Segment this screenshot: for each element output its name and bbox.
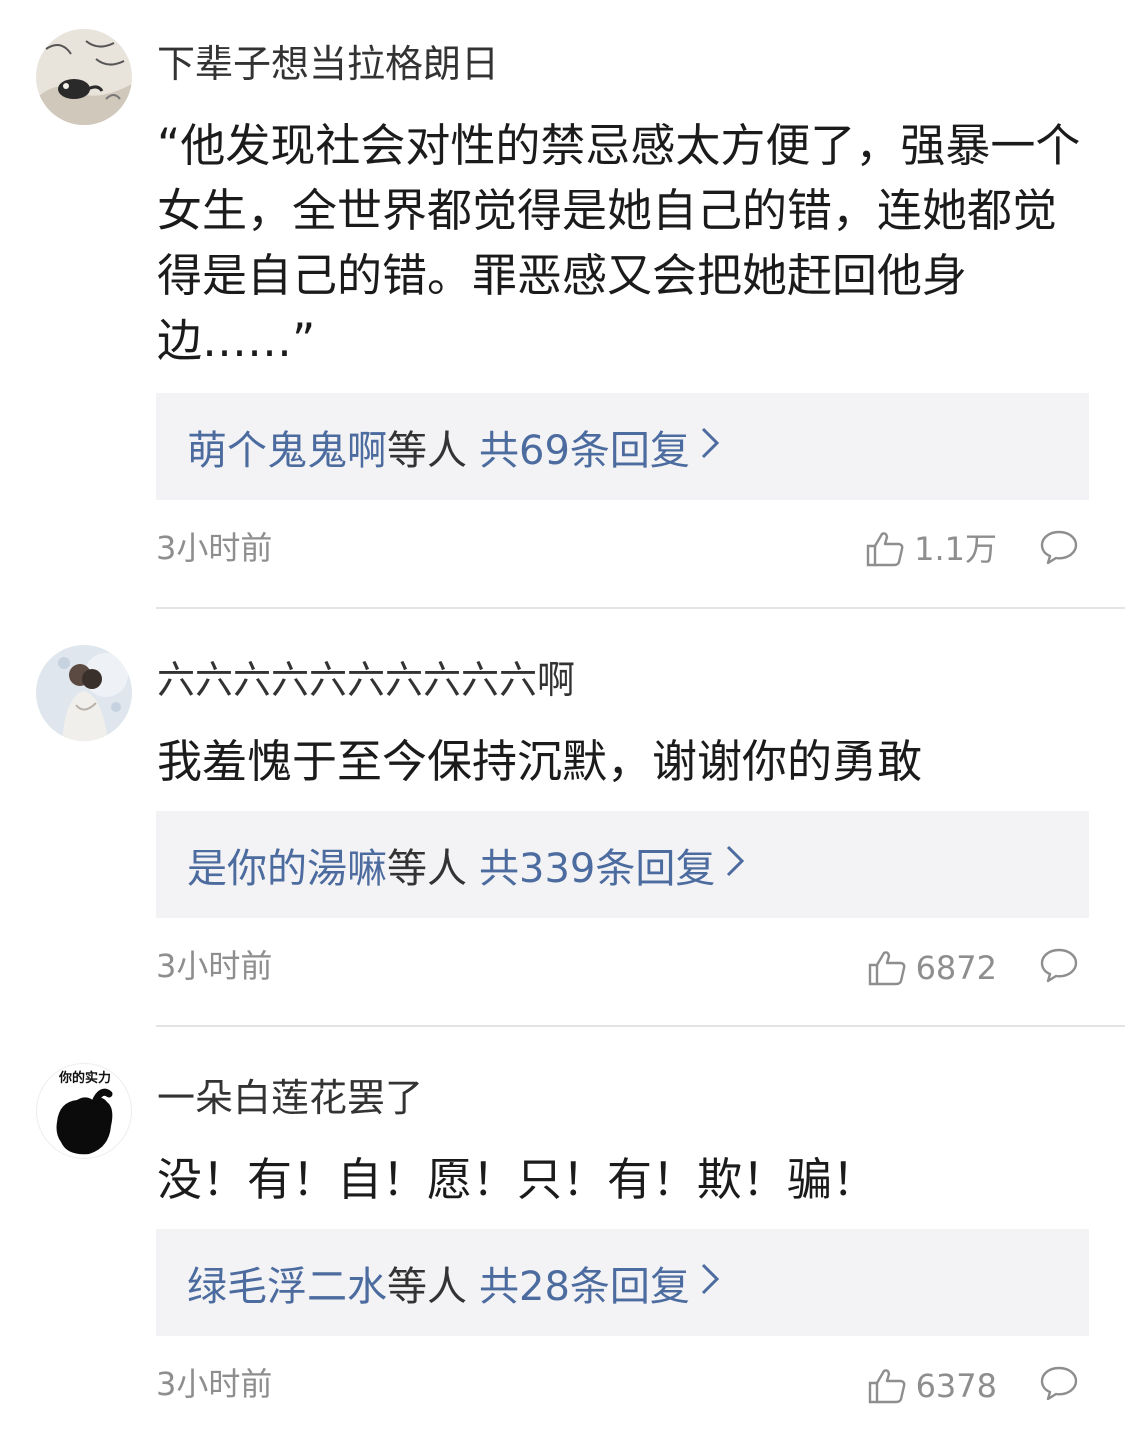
reply-count[interactable]: 共69条回复 [479, 418, 690, 476]
thumbs-up-icon [866, 532, 904, 567]
comment-time: 3小时前 [156, 947, 273, 985]
avatar[interactable] [36, 29, 132, 125]
ink-painting-avatar-icon [36, 29, 132, 125]
thumbs-up-icon [868, 951, 905, 986]
comment-time: 3小时前 [156, 529, 273, 567]
speech-bubble-icon[interactable] [1040, 1365, 1078, 1405]
like-button[interactable]: 6378 [868, 1364, 997, 1408]
black-hand-avatar-icon: 你的实力 [37, 1064, 131, 1158]
comment-text: “他发现社会对性的禁忌感太方便了，强暴一个女生，全世界都觉得是她自己的错，连她都… [157, 119, 1081, 367]
reply-users[interactable]: 萌个鬼鬼啊 [187, 418, 387, 476]
avatar[interactable] [36, 645, 132, 741]
comment-text: 没！有！自！愿！只！有！欺！骗！ [157, 1153, 878, 1206]
divider [156, 607, 1125, 609]
reply-users[interactable]: 是你的湯嘛 [187, 836, 387, 894]
avatar-caption: 你的实力 [58, 1070, 111, 1086]
like-button[interactable]: 6872 [868, 946, 997, 990]
like-count: 1.1万 [914, 530, 997, 568]
comment-text: 我羞愧于至今保持沉默，谢谢你的勇敢 [157, 735, 923, 788]
comment-username[interactable]: 六六六六六六六六六六啊 [157, 654, 575, 706]
comment-username[interactable]: 下辈子想当拉格朗日 [157, 38, 499, 90]
comment-username[interactable]: 一朵白莲花罢了 [157, 1072, 423, 1124]
chevron-right-icon [700, 1260, 720, 1306]
couple-photo-avatar-icon [36, 645, 132, 741]
reply-summary[interactable]: 萌个鬼鬼啊 等人 共69条回复 [156, 393, 1089, 500]
comment-time: 3小时前 [156, 1365, 273, 1403]
like-count: 6872 [915, 949, 997, 987]
thumbs-up-icon [868, 1369, 905, 1404]
reply-others-label: 等人 [387, 427, 467, 474]
reply-summary[interactable]: 是你的湯嘛 等人 共339条回复 [156, 811, 1089, 918]
reply-others-label: 等人 [387, 1263, 467, 1310]
reply-count[interactable]: 共28条回复 [479, 1254, 690, 1312]
divider [156, 1025, 1125, 1027]
speech-bubble-icon[interactable] [1040, 529, 1078, 569]
reply-others-label: 等人 [387, 845, 467, 892]
reply-users[interactable]: 绿毛浮二水 [187, 1254, 387, 1312]
reply-summary[interactable]: 绿毛浮二水 等人 共28条回复 [156, 1229, 1089, 1336]
reply-count[interactable]: 共339条回复 [479, 836, 715, 894]
chevron-right-icon [700, 424, 720, 470]
avatar[interactable]: 你的实力 [36, 1063, 132, 1159]
chevron-right-icon [725, 842, 745, 888]
speech-bubble-icon[interactable] [1040, 947, 1078, 987]
like-count: 6378 [915, 1367, 997, 1405]
like-button[interactable]: 1.1万 [866, 527, 997, 571]
